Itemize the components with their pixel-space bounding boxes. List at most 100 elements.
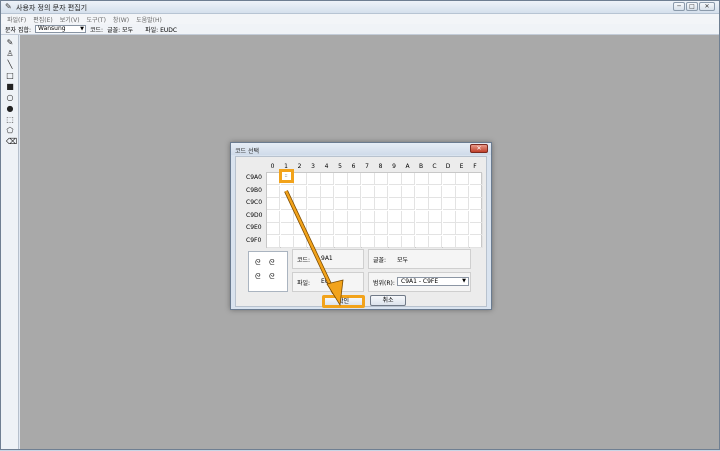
code-cell[interactable] xyxy=(375,235,388,248)
code-cell[interactable] xyxy=(321,198,334,210)
pencil-icon[interactable]: ✎ xyxy=(6,39,14,47)
code-cell[interactable] xyxy=(294,198,307,210)
code-cell[interactable] xyxy=(402,173,415,185)
code-cell[interactable] xyxy=(280,198,294,210)
code-cell[interactable] xyxy=(348,235,361,248)
code-cell[interactable] xyxy=(388,210,402,223)
charset-select[interactable]: Wansung ▼ xyxy=(35,25,87,33)
code-cell[interactable] xyxy=(469,198,483,210)
code-cell[interactable] xyxy=(334,210,348,223)
code-cell[interactable] xyxy=(456,173,469,185)
code-cell[interactable] xyxy=(334,235,348,248)
code-cell[interactable] xyxy=(348,198,361,210)
code-cell[interactable] xyxy=(321,210,334,223)
code-cell[interactable] xyxy=(402,210,415,223)
code-cell[interactable] xyxy=(307,223,321,235)
code-cell[interactable] xyxy=(321,173,334,185)
code-cell[interactable] xyxy=(321,235,334,248)
code-cell[interactable] xyxy=(456,185,469,198)
code-cell[interactable] xyxy=(348,223,361,235)
code-cell[interactable] xyxy=(388,235,402,248)
code-cell[interactable] xyxy=(294,223,307,235)
code-cell[interactable] xyxy=(429,223,442,235)
code-cell[interactable] xyxy=(334,198,348,210)
code-cell[interactable] xyxy=(429,235,442,248)
code-cell[interactable] xyxy=(294,210,307,223)
code-cell[interactable] xyxy=(361,198,375,210)
line-icon[interactable]: ╲ xyxy=(6,61,14,69)
code-cell[interactable] xyxy=(375,210,388,223)
range-select[interactable]: C9A1 - C9FE ▼ xyxy=(397,277,469,286)
selected-code-cell[interactable]: :: xyxy=(278,169,294,183)
code-cell[interactable] xyxy=(294,235,307,248)
code-cell[interactable] xyxy=(456,198,469,210)
code-cell[interactable] xyxy=(307,173,321,185)
code-cell[interactable] xyxy=(334,173,348,185)
code-cell[interactable] xyxy=(402,235,415,248)
code-cell[interactable] xyxy=(415,210,429,223)
code-cell[interactable] xyxy=(321,223,334,235)
code-cell[interactable] xyxy=(348,210,361,223)
filled-rect-icon[interactable]: ■ xyxy=(6,83,14,91)
code-cell[interactable] xyxy=(267,210,280,223)
code-cell[interactable] xyxy=(307,210,321,223)
code-cell[interactable] xyxy=(375,198,388,210)
code-cell[interactable] xyxy=(361,235,375,248)
code-cell[interactable] xyxy=(280,235,294,248)
menu-edit[interactable]: 편집(E) xyxy=(33,15,53,24)
menu-tools[interactable]: 도구(T) xyxy=(87,15,106,24)
code-cell[interactable] xyxy=(348,185,361,198)
code-cell[interactable] xyxy=(469,173,483,185)
code-cell[interactable] xyxy=(429,173,442,185)
code-cell[interactable] xyxy=(375,223,388,235)
code-cell[interactable] xyxy=(307,235,321,248)
code-cell[interactable] xyxy=(469,223,483,235)
code-cell[interactable] xyxy=(307,198,321,210)
code-cell[interactable] xyxy=(456,235,469,248)
code-cell[interactable] xyxy=(415,173,429,185)
code-cell[interactable] xyxy=(415,235,429,248)
code-cell[interactable] xyxy=(388,173,402,185)
code-cell[interactable] xyxy=(348,173,361,185)
code-cell[interactable] xyxy=(388,198,402,210)
code-cell[interactable] xyxy=(375,173,388,185)
code-cell[interactable] xyxy=(334,223,348,235)
code-cell[interactable] xyxy=(469,210,483,223)
rect-select-icon[interactable]: ⬚ xyxy=(6,116,14,124)
dialog-close-button[interactable]: ✕ xyxy=(470,144,488,153)
eraser-icon[interactable]: ⌫ xyxy=(6,138,17,146)
code-cell[interactable] xyxy=(280,185,294,198)
freeform-select-icon[interactable]: ⬠ xyxy=(6,127,14,135)
code-cell[interactable] xyxy=(429,198,442,210)
code-cell[interactable] xyxy=(469,235,483,248)
menu-window[interactable]: 창(W) xyxy=(113,15,129,24)
code-cell[interactable] xyxy=(442,173,456,185)
code-cell[interactable] xyxy=(442,185,456,198)
code-cell[interactable] xyxy=(456,223,469,235)
code-cell[interactable] xyxy=(267,198,280,210)
code-cell[interactable] xyxy=(442,198,456,210)
code-cell[interactable] xyxy=(402,185,415,198)
code-cell[interactable] xyxy=(388,223,402,235)
code-cell[interactable] xyxy=(307,185,321,198)
code-cell[interactable] xyxy=(267,235,280,248)
code-cell[interactable] xyxy=(429,210,442,223)
code-cell[interactable] xyxy=(280,223,294,235)
code-cell[interactable] xyxy=(375,185,388,198)
menu-file[interactable]: 파일(F) xyxy=(7,15,26,24)
hollow-ellipse-icon[interactable]: ○ xyxy=(6,94,14,102)
menu-help[interactable]: 도움말(H) xyxy=(136,15,162,24)
code-cell[interactable] xyxy=(442,223,456,235)
code-cell[interactable] xyxy=(442,235,456,248)
code-cell[interactable] xyxy=(415,198,429,210)
code-cell[interactable] xyxy=(415,223,429,235)
code-cell[interactable] xyxy=(321,185,334,198)
code-cell[interactable] xyxy=(415,185,429,198)
code-cell[interactable] xyxy=(280,210,294,223)
code-cell[interactable] xyxy=(294,185,307,198)
code-cell[interactable] xyxy=(267,185,280,198)
code-cell[interactable] xyxy=(402,198,415,210)
code-cell[interactable] xyxy=(361,185,375,198)
code-cell[interactable] xyxy=(429,185,442,198)
code-cell[interactable] xyxy=(361,210,375,223)
